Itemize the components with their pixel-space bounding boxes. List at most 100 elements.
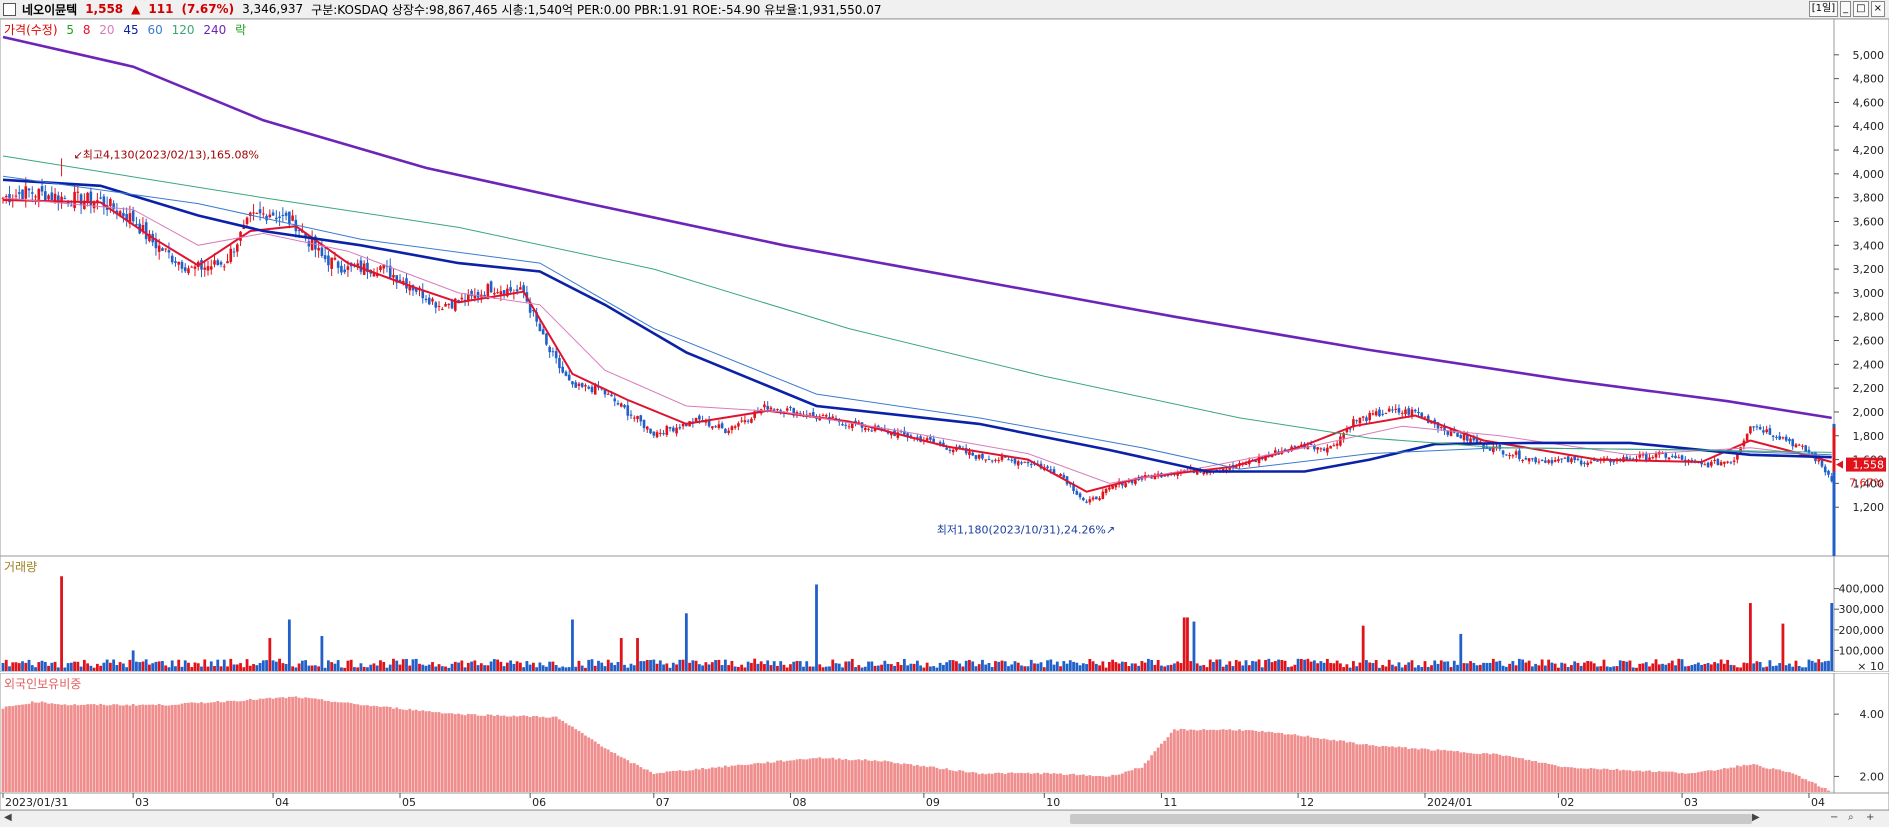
candle-body xyxy=(1573,457,1576,460)
volume-bar xyxy=(874,666,877,671)
foreign-bar xyxy=(1804,779,1807,792)
close-button[interactable]: × xyxy=(1871,1,1885,17)
candle-body xyxy=(181,262,184,269)
candle-body xyxy=(467,294,470,300)
foreign-bar xyxy=(1046,773,1049,792)
horizontal-scrollbar[interactable]: ◀ ▶ − ⌕ + xyxy=(0,810,1889,827)
candle-body xyxy=(233,252,236,253)
candle-body xyxy=(711,426,714,428)
foreign-bar xyxy=(968,772,971,792)
foreign-bar xyxy=(639,767,642,792)
foreign-ownership-chart[interactable]: 2.004.00 xyxy=(0,673,1889,793)
candle-body xyxy=(662,433,665,434)
select-checkbox[interactable] xyxy=(3,3,16,16)
foreign-bar xyxy=(1398,747,1401,792)
foreign-bar xyxy=(129,706,132,792)
volume-legend: 거래량 xyxy=(4,558,37,575)
candle-body xyxy=(1560,459,1563,460)
volume-bar xyxy=(770,665,773,671)
volume-bar xyxy=(1310,662,1313,671)
candle-body xyxy=(1245,464,1248,465)
foreign-bar xyxy=(1456,751,1459,792)
candle-body xyxy=(194,267,197,269)
volume-bar xyxy=(1404,665,1407,671)
foreign-bar xyxy=(1414,748,1417,792)
candle-body xyxy=(539,324,542,331)
candle-body xyxy=(750,419,753,423)
candle-body xyxy=(343,270,346,273)
foreign-panel[interactable]: 2.004.00 외국인보유비중 xyxy=(0,673,1889,793)
minimize-button[interactable]: _ xyxy=(1840,1,1851,17)
foreign-bar xyxy=(89,704,92,792)
foreign-bar xyxy=(1033,773,1036,792)
volume-bar xyxy=(1570,665,1573,671)
candle-body xyxy=(652,431,655,435)
foreign-bar xyxy=(1261,731,1264,792)
zoom-out-icon[interactable]: − xyxy=(1830,812,1838,823)
foreign-bar xyxy=(444,713,447,792)
scroll-thumb[interactable] xyxy=(1070,814,1752,824)
candle-body xyxy=(47,195,50,199)
volume-bar xyxy=(1277,660,1280,671)
candle-body xyxy=(229,249,232,262)
foreign-bar xyxy=(1027,773,1030,792)
foreign-bar xyxy=(392,709,395,792)
scroll-left-icon[interactable]: ◀ xyxy=(4,812,12,823)
candle-body xyxy=(825,415,828,416)
foreign-bar xyxy=(1788,772,1791,792)
candle-body xyxy=(1752,426,1755,427)
date-tick-label: 10 xyxy=(1046,796,1060,809)
volume-bar xyxy=(1342,667,1345,671)
candle-body xyxy=(548,347,551,352)
volume-bar xyxy=(1319,661,1322,671)
foreign-bar xyxy=(1293,734,1296,792)
volume-bar xyxy=(1072,662,1075,671)
volume-bar xyxy=(542,665,545,671)
volume-chart[interactable]: 100,000200,000300,000400,000× 10 xyxy=(0,556,1889,672)
foreign-bar xyxy=(483,716,486,792)
volume-bar xyxy=(60,576,63,671)
period-button[interactable]: [1일] xyxy=(1809,1,1838,17)
foreign-bar xyxy=(112,704,115,792)
volume-bar xyxy=(272,660,275,671)
volume-bar xyxy=(1459,634,1462,671)
volume-bar xyxy=(1297,659,1300,671)
candle-body xyxy=(1023,462,1026,463)
candle-body xyxy=(190,267,193,268)
maximize-button[interactable]: □ xyxy=(1853,1,1868,17)
price-panel[interactable]: 1,2001,4001,6001,8002,0002,2002,4002,600… xyxy=(0,19,1889,556)
zoom-reset-icon[interactable]: ⌕ xyxy=(1848,812,1854,823)
candle-body xyxy=(630,415,633,416)
scroll-right-icon[interactable]: ▶ xyxy=(1752,812,1760,823)
foreign-bar xyxy=(831,758,834,792)
candle-body xyxy=(565,372,568,376)
foreign-bar xyxy=(750,764,753,792)
foreign-bar xyxy=(1778,770,1781,792)
foreign-bar xyxy=(1355,744,1358,792)
price-tick-label: 3,600 xyxy=(1853,215,1885,228)
volume-panel[interactable]: 100,000200,000300,000400,000× 10 거래량 xyxy=(0,556,1889,672)
foreign-bar xyxy=(1505,756,1508,792)
foreign-bar xyxy=(457,714,460,792)
foreign-bar xyxy=(682,771,685,792)
volume-bar xyxy=(41,661,44,671)
candle-body xyxy=(1570,458,1573,462)
foreign-bar xyxy=(347,702,350,792)
foreign-bar xyxy=(1482,753,1485,792)
volume-bar xyxy=(1339,663,1342,671)
foreign-bar xyxy=(757,763,760,792)
volume-bar xyxy=(291,666,294,671)
volume-bar xyxy=(1492,659,1495,671)
foreign-bar xyxy=(744,765,747,792)
foreign-bar xyxy=(1082,774,1085,792)
volume-bar xyxy=(428,665,431,671)
foreign-bar xyxy=(789,760,792,792)
volume-bar xyxy=(1573,661,1576,671)
volume-bar xyxy=(932,666,935,671)
candle-body xyxy=(1326,448,1329,453)
volume-bar xyxy=(314,665,317,671)
volume-bar xyxy=(233,664,236,671)
candle-body xyxy=(1736,454,1739,459)
price-chart[interactable]: 1,2001,4001,6001,8002,0002,2002,4002,600… xyxy=(0,19,1889,556)
zoom-in-icon[interactable]: + xyxy=(1866,812,1874,823)
